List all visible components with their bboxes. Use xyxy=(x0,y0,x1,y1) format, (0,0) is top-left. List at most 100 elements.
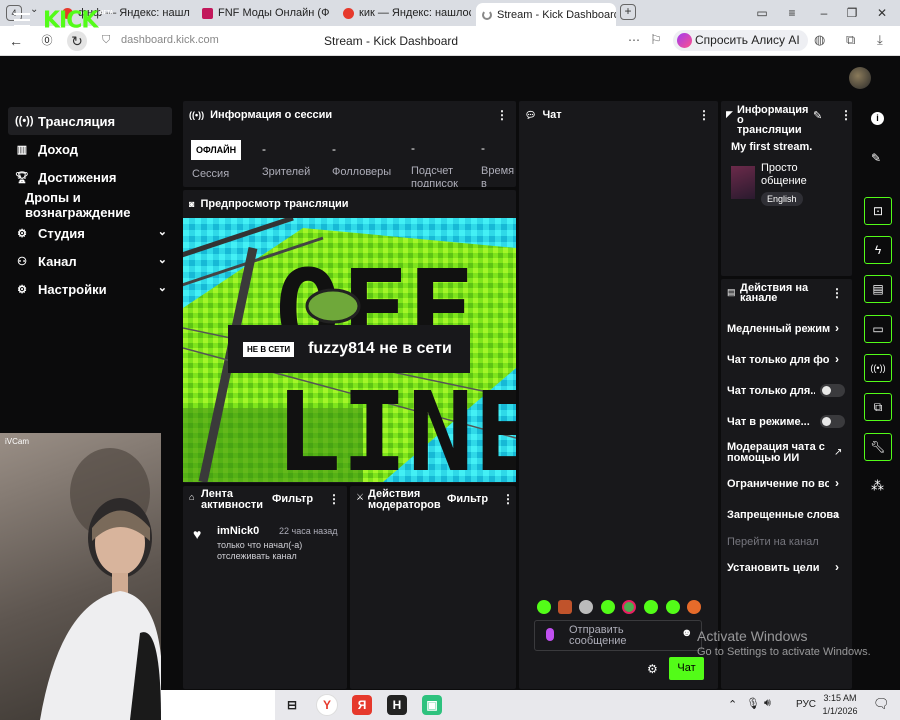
emote-icon[interactable] xyxy=(687,600,701,614)
minimize-icon[interactable]: – xyxy=(814,3,834,23)
moderator-menu-icon[interactable]: ⋮ xyxy=(502,492,514,506)
stream-info-title: Информация о трансляции xyxy=(737,104,809,136)
yandex-home-icon[interactable]: ⓪ xyxy=(37,31,57,51)
edit-icon[interactable]: ✎ xyxy=(813,109,822,122)
sidebar-item-income[interactable]: ▥ Доход xyxy=(8,135,172,163)
emote-icon[interactable] xyxy=(666,600,680,614)
action-ai-moderation[interactable]: Модерация чата с помощью ИИ xyxy=(727,442,827,464)
moderator-filter-button[interactable]: Фильтр xyxy=(447,493,488,505)
notifications-icon[interactable]: 🗨︎ xyxy=(873,696,890,712)
chevron-right-icon[interactable]: › xyxy=(835,507,839,521)
bookmark-icon[interactable]: ⚐ xyxy=(650,32,662,48)
app-green-icon[interactable]: ▣ xyxy=(422,695,442,715)
close-icon[interactable]: ✕ xyxy=(872,3,892,23)
emoji-icon[interactable]: ☻ xyxy=(681,627,693,639)
url-field[interactable]: dashboard.kick.com xyxy=(121,34,219,46)
shield-icon[interactable]: ⛉ xyxy=(102,34,110,47)
browser-tab-active[interactable]: Stream - Kick Dashboard xyxy=(476,3,616,26)
share-icon[interactable]: ⁂ xyxy=(871,478,884,494)
action-slow-mode[interactable]: Медленный режим xyxy=(727,323,849,335)
bookmark-list-icon[interactable]: ▭ xyxy=(752,3,772,23)
action-banned-words[interactable]: Запрещенные слова xyxy=(727,509,849,521)
lightning-icon[interactable]: ϟ xyxy=(864,236,892,264)
user-avatar[interactable] xyxy=(849,67,871,89)
hamburger-menu-icon[interactable] xyxy=(14,13,30,27)
yandex-icon[interactable]: Я xyxy=(352,695,372,715)
scan-icon[interactable]: ⊡ xyxy=(864,197,892,225)
menu-icon[interactable]: ≡ xyxy=(782,3,802,23)
taskbar-date[interactable]: 1/1/2026 xyxy=(821,706,859,716)
action-emote-mode[interactable]: Чат в режиме... xyxy=(727,416,815,428)
collections-icon[interactable]: ⧉ xyxy=(846,32,855,48)
session-menu-icon[interactable]: ⋮ xyxy=(496,108,508,122)
emote-icon[interactable] xyxy=(601,600,615,614)
activity-user[interactable]: imNick0 xyxy=(217,525,259,537)
app-h-icon[interactable]: H xyxy=(387,695,407,715)
chat-send-button[interactable]: Чат xyxy=(669,657,704,680)
emote-icon[interactable] xyxy=(622,600,636,614)
sidebar-item-channel[interactable]: ⚇ Канал ⌄ xyxy=(8,247,172,275)
chevron-up-icon[interactable]: ⌃ xyxy=(728,698,737,711)
restore-icon[interactable]: ❐ xyxy=(842,3,862,23)
sidebar-item-settings[interactable]: ⚙ Настройки ⌄ xyxy=(8,275,172,303)
broadcast-icon[interactable]: ((•)) xyxy=(864,354,892,382)
action-go-to-channel[interactable]: Перейти на канал xyxy=(727,536,849,548)
chevron-right-icon[interactable]: › xyxy=(835,476,839,490)
browser-tab[interactable]: кик — Яндекс: нашлось 2 xyxy=(337,3,471,23)
toggle-emote-mode[interactable] xyxy=(820,415,845,428)
microphone-tray-icon[interactable]: 🎙︎ xyxy=(746,697,760,710)
emote-icon[interactable] xyxy=(537,600,551,614)
kick-logo[interactable]: KICK xyxy=(43,7,98,33)
chevron-right-icon[interactable]: › xyxy=(835,352,839,366)
taskbar-time[interactable]: 3:15 AM xyxy=(823,693,857,703)
chevron-right-icon[interactable]: › xyxy=(835,560,839,574)
taskbar-search[interactable] xyxy=(161,690,275,720)
toggle-subscribers-only[interactable] xyxy=(820,384,845,397)
microphone-icon[interactable] xyxy=(546,628,554,641)
emote-icon[interactable] xyxy=(644,600,658,614)
yandex-browser-icon[interactable]: Y xyxy=(316,694,338,716)
new-tab-button[interactable]: + xyxy=(620,4,636,20)
heart-icon: ♥ xyxy=(193,526,202,542)
action-age-restriction[interactable]: Ограничение по возр xyxy=(727,478,829,490)
category-name[interactable]: Просто общение xyxy=(761,162,821,188)
activity-feed-panel xyxy=(183,486,347,689)
emote-icon[interactable] xyxy=(558,600,572,614)
moderator-actions-panel xyxy=(350,486,516,689)
sidebar-item-achievements[interactable]: 🏆︎ Достижения xyxy=(8,163,172,191)
emote-icon[interactable] xyxy=(579,600,593,614)
back-icon[interactable]: ← xyxy=(6,31,26,51)
sidebar-item-stream[interactable]: ((•)) Трансляция xyxy=(8,107,172,135)
sidebar-item-label: Трансляция xyxy=(38,113,116,129)
activity-filter-button[interactable]: Фильтр xyxy=(272,493,313,505)
sidebar-item-studio[interactable]: ⚙︎ Студия ⌄ xyxy=(8,219,172,247)
language-indicator[interactable]: РУС xyxy=(796,699,816,710)
action-followers-only[interactable]: Чат только для фолл xyxy=(727,354,829,366)
action-set-goals[interactable]: Установить цели xyxy=(727,562,849,574)
chevron-right-icon[interactable]: › xyxy=(835,321,839,335)
chat-icon[interactable]: ▭ xyxy=(864,315,892,343)
external-link-icon[interactable]: ↗ xyxy=(834,447,842,458)
media-icon[interactable]: ⧉ xyxy=(864,393,892,421)
info-icon[interactable]: i xyxy=(871,112,884,125)
task-view-icon[interactable]: ⊟ xyxy=(282,695,302,715)
sidebar-item-label: Студия xyxy=(38,225,85,241)
pencil-icon[interactable]: ✎ xyxy=(871,151,881,165)
activity-menu-icon[interactable]: ⋮ xyxy=(328,492,340,506)
tabs-dropdown-icon[interactable]: ⌄ xyxy=(30,4,38,15)
chat-settings-icon[interactable]: ⚙ xyxy=(647,662,658,676)
reload-icon[interactable]: ↻ xyxy=(67,31,87,51)
translate-icon[interactable]: ◍ xyxy=(814,32,825,48)
volume-icon[interactable]: 🔊︎ xyxy=(764,697,771,710)
download-icon[interactable]: ⤓ xyxy=(877,32,883,48)
more-icon[interactable]: ⋯ xyxy=(628,33,640,47)
sidebar-item-drops[interactable]: Дропы и вознаграждение xyxy=(8,190,172,220)
action-subscribers-only[interactable]: Чат только для... xyxy=(727,385,815,397)
stream-info-menu-icon[interactable]: ⋮ xyxy=(840,108,852,122)
wrench-icon[interactable]: 🔧︎ xyxy=(864,433,892,461)
browser-tab[interactable]: FNF Моды Онлайн (Фрай xyxy=(196,3,330,23)
channel-actions-menu-icon[interactable]: ⋮ xyxy=(831,286,843,300)
document-icon[interactable]: ▤ xyxy=(864,275,892,303)
ask-alice-button[interactable]: Спросить Алису AI xyxy=(673,30,808,51)
chat-menu-icon[interactable]: ⋮ xyxy=(698,108,710,122)
